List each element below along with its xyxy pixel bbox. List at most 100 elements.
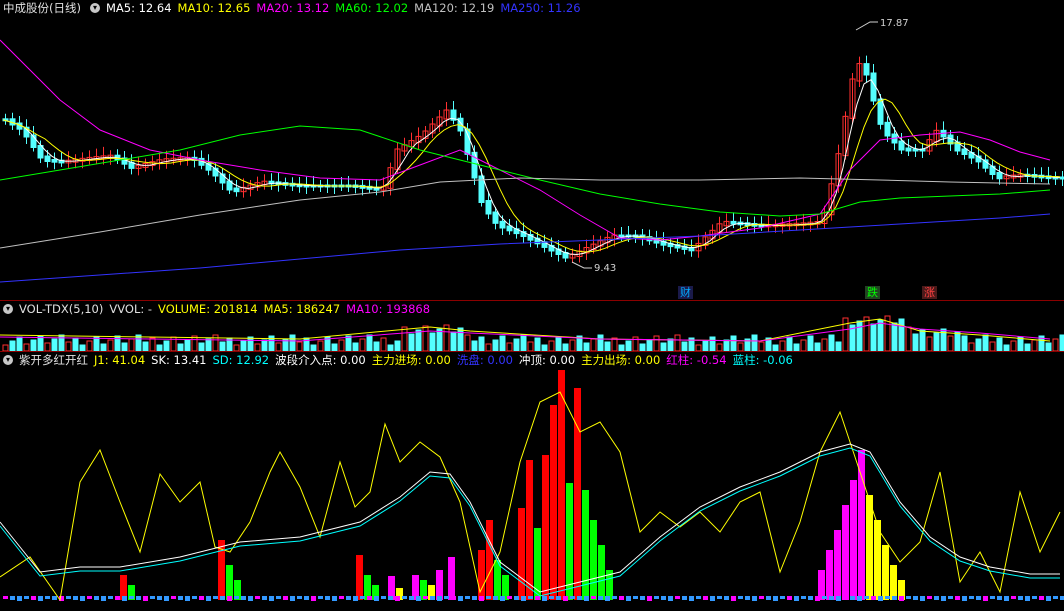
- volume-bar: [527, 341, 534, 351]
- baseline-bar: [220, 596, 225, 600]
- fall-marker[interactable]: 跌: [865, 286, 880, 299]
- baseline-bar: [1032, 596, 1037, 599]
- volume-bar: [709, 336, 716, 351]
- volume-bar: [51, 338, 58, 351]
- indicator-bar: [518, 508, 525, 600]
- candlestick-chart[interactable]: [0, 0, 1064, 300]
- baseline-bar: [31, 596, 36, 600]
- baseline-bar: [626, 596, 631, 601]
- baseline-bar: [227, 596, 232, 601]
- volume-bar: [877, 319, 884, 351]
- volume-bar: [625, 340, 632, 351]
- baseline-bar: [920, 596, 925, 601]
- baseline-bar: [332, 596, 337, 601]
- baseline-bar: [633, 596, 638, 599]
- volume-bar: [513, 338, 520, 351]
- baseline-bar: [934, 596, 939, 600]
- candle-body: [898, 140, 905, 151]
- baseline-bar: [773, 596, 778, 601]
- candle-body: [492, 211, 499, 224]
- volume-bar: [856, 320, 863, 351]
- volume-bar: [44, 342, 51, 351]
- volume-bar: [968, 342, 975, 351]
- volume-bar: [128, 338, 135, 351]
- indicator-bar: [226, 565, 233, 600]
- baseline-bar: [738, 596, 743, 599]
- volume-bar: [835, 341, 842, 351]
- baseline-bar: [556, 596, 561, 600]
- volume-bar: [135, 334, 142, 351]
- baseline-bar: [829, 596, 834, 600]
- volume-bar: [583, 342, 590, 351]
- volume-bar: [989, 341, 996, 351]
- volume-bar: [16, 336, 23, 351]
- volume-bar: [415, 329, 422, 351]
- volume-bar: [562, 343, 569, 351]
- finance-marker[interactable]: 财: [678, 286, 693, 299]
- indicator-chart[interactable]: [0, 352, 1064, 611]
- baseline-bar: [234, 596, 239, 599]
- volume-bar: [429, 332, 436, 351]
- baseline-bar: [563, 596, 568, 601]
- volume-bar: [947, 335, 954, 351]
- baseline-bar: [108, 596, 113, 599]
- baseline-bar: [997, 596, 1002, 600]
- volume-chart[interactable]: [0, 301, 1064, 351]
- baseline-bar: [437, 596, 442, 601]
- volume-bar: [177, 343, 184, 351]
- baseline-bar: [640, 596, 645, 600]
- baseline-bar: [500, 596, 505, 601]
- ma120-line: [0, 177, 1051, 249]
- volume-bar: [506, 342, 513, 351]
- indicator-bar: [882, 545, 889, 600]
- baseline-bar: [1060, 596, 1064, 600]
- baseline-bar: [213, 596, 218, 599]
- baseline-bar: [696, 596, 701, 599]
- volume-bar: [520, 334, 527, 351]
- baseline-bar: [787, 596, 792, 600]
- volume-bar: [702, 340, 709, 351]
- high-pointer: [855, 21, 878, 31]
- rise-marker[interactable]: 涨: [922, 286, 937, 299]
- volume-bar: [380, 337, 387, 351]
- baseline-bar: [325, 596, 330, 600]
- low-pointer: [571, 261, 592, 269]
- baseline-bar: [122, 596, 127, 601]
- volume-bar: [499, 335, 506, 351]
- volume-bar: [1059, 334, 1064, 351]
- candle-body: [730, 220, 737, 225]
- indicator-bar: [558, 370, 565, 600]
- baseline-bar: [493, 596, 498, 600]
- baseline-bar: [717, 596, 722, 599]
- baseline-bar: [297, 596, 302, 599]
- candle-body: [51, 159, 58, 163]
- volume-bar: [961, 335, 968, 351]
- baseline-bar: [24, 596, 29, 599]
- baseline-bar: [885, 596, 890, 599]
- baseline-bar: [619, 596, 624, 600]
- volume-bar: [982, 334, 989, 351]
- volume-bar: [905, 326, 912, 351]
- volume-bar: [422, 325, 429, 351]
- low-price-label: 9.43: [594, 263, 617, 274]
- volume-bar: [163, 340, 170, 351]
- baseline-bar: [136, 596, 141, 600]
- candle-body: [506, 225, 513, 232]
- baseline-bar: [339, 596, 344, 599]
- baseline-bar: [675, 596, 680, 599]
- baseline-bar: [157, 596, 162, 600]
- baseline-bar: [948, 596, 953, 599]
- baseline-bar: [535, 596, 540, 600]
- baseline-bar: [878, 596, 883, 601]
- volume-bar: [485, 343, 492, 351]
- baseline-bar: [311, 596, 316, 601]
- volume-bar: [555, 336, 562, 351]
- volume-bar: [345, 335, 352, 351]
- baseline-bar: [514, 596, 519, 600]
- baseline-bar: [745, 596, 750, 600]
- volume-bar: [436, 328, 443, 351]
- baseline-bar: [66, 596, 71, 599]
- baseline-bar: [1025, 596, 1030, 601]
- volume-bar: [926, 336, 933, 351]
- volume-bar: [30, 339, 37, 351]
